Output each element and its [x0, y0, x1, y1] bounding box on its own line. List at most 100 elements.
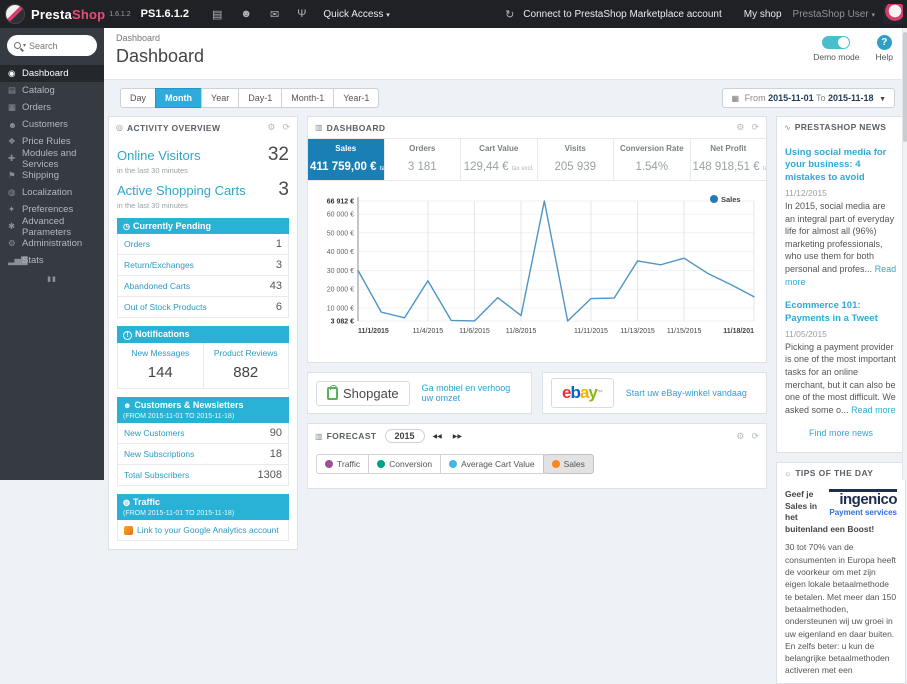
sidebar-item-modules[interactable]: ✚Modules and Services — [0, 150, 104, 167]
traffic-header: ◍Traffic(FROM 2015-11-01 TO 2015-11-18) — [117, 494, 289, 520]
prestashop-news-panel: ∿ PRESTASHOP NEWS Using social media for… — [776, 116, 906, 453]
kpi-sales[interactable]: Sales411 759,00 € tax excl. — [308, 139, 384, 180]
legend-sales-button[interactable]: Sales — [543, 454, 594, 474]
product-reviews-cell[interactable]: Product Reviews882 — [204, 343, 290, 389]
range-month-button[interactable]: Month — [155, 88, 202, 108]
help-label: Help — [876, 52, 893, 62]
search-input[interactable] — [29, 41, 87, 51]
refresh-icon[interactable]: ⟳ — [751, 431, 759, 442]
shop-name[interactable]: PS1.6.1.2 — [141, 8, 189, 20]
sidebar-item-stats[interactable]: ▂▅▇Stats — [0, 252, 104, 269]
gear-icon[interactable]: ⚙ — [267, 122, 275, 133]
refresh-icon[interactable]: ⟳ — [751, 122, 759, 133]
kpi-visits[interactable]: Visits205 939 — [537, 139, 614, 180]
quick-access-menu[interactable]: Quick Access ▾ — [323, 9, 389, 20]
legend-conversion-button[interactable]: Conversion — [368, 454, 441, 474]
sidebar-search[interactable]: ▾ — [7, 35, 97, 56]
cart-icon[interactable]: ▤ — [212, 8, 222, 21]
svg-text:20 000 €: 20 000 € — [327, 287, 354, 294]
shopgate-logo[interactable]: Shopgate — [316, 381, 410, 406]
range-month-1-button[interactable]: Month-1 — [281, 88, 334, 108]
conversion-dot-icon — [377, 460, 385, 468]
new-messages-cell[interactable]: New Messages144 — [117, 343, 204, 389]
news-article-body: In 2015, social media are an integral pa… — [785, 200, 897, 288]
sidebar-item-advanced-parameters[interactable]: ✱Advanced Parameters — [0, 218, 104, 235]
kpi-cart-value[interactable]: Cart Value129,44 € tax excl. — [460, 139, 537, 180]
gear-icon[interactable]: ⚙ — [736, 431, 744, 442]
dashboard-panel: ▥ DASHBOARD ⚙ ⟳ Sales411 759,00 € tax exc… — [307, 116, 767, 363]
read-more-link[interactable]: Read more — [851, 405, 896, 415]
forecast-prev-button[interactable]: ◀◀ — [430, 431, 445, 442]
shopgate-link[interactable]: Ga mobiel en verhoog uw omzet — [422, 383, 523, 403]
sidebar-item-catalog[interactable]: ▤Catalog — [0, 82, 104, 99]
news-article-date: 11/05/2015 — [785, 329, 897, 339]
scrollbar-thumb[interactable] — [903, 32, 907, 142]
price-rules-icon: ❖ — [8, 136, 22, 147]
sidebar-item-localization[interactable]: ◍Localization — [0, 184, 104, 201]
news-article-title[interactable]: Using social media for your business: 4 … — [785, 147, 897, 184]
currently-pending-header: ◷Currently Pending — [117, 218, 289, 234]
online-visitors-link[interactable]: Online Visitors — [117, 148, 201, 163]
ebay-link[interactable]: Start uw eBay-winkel vandaag — [626, 388, 747, 398]
marketplace-link[interactable]: Connect to PrestaShop Marketplace accoun… — [523, 9, 721, 20]
range-year-1-button[interactable]: Year-1 — [333, 88, 379, 108]
sidebar-item-shipping[interactable]: ⚑Shipping — [0, 167, 104, 184]
cart-icon: ▥ — [315, 123, 323, 132]
user-avatar[interactable] — [883, 4, 903, 24]
svg-text:10 000 €: 10 000 € — [327, 305, 354, 312]
range-year-button[interactable]: Year — [201, 88, 239, 108]
catalog-icon: ▤ — [8, 85, 22, 96]
demo-mode-toggle[interactable] — [822, 36, 850, 49]
sidebar-collapse-button[interactable]: ▮▮ — [0, 275, 104, 283]
forecast-next-button[interactable]: ▶▶ — [450, 431, 465, 442]
tips-of-the-day-panel: ☼ TIPS OF THE DAY ingenico Payment servi… — [776, 462, 906, 683]
find-more-news-link[interactable]: Find more news — [785, 428, 897, 438]
tips-panel-title: TIPS OF THE DAY — [795, 468, 873, 478]
messages-icon[interactable]: ✉ — [270, 8, 279, 21]
gear-icon[interactable]: ⚙ — [736, 122, 744, 133]
my-shop-link[interactable]: My shop — [744, 9, 782, 20]
google-analytics-link[interactable]: Link to your Google Analytics account — [137, 525, 279, 535]
breadcrumb[interactable]: Dashboard — [116, 33, 895, 43]
kpi-orders[interactable]: Orders3 181 — [384, 139, 461, 180]
lightbulb-icon: ☼ — [784, 469, 791, 478]
modules-icon: ✚ — [8, 153, 22, 164]
news-article-body: Picking a payment provider is one of the… — [785, 341, 897, 417]
customers-row-total-subscribers: Total Subscribers1308 — [117, 465, 289, 486]
sidebar-item-administration[interactable]: ⚙Administration — [0, 235, 104, 252]
pending-row-out-of-stock: Out of Stock Products6 — [117, 297, 289, 318]
scrollbar[interactable] — [902, 28, 907, 480]
kpi-net-profit[interactable]: Net Profit148 918,51 € tax excl. — [690, 139, 767, 180]
customers-icon[interactable]: ☻ — [240, 8, 252, 20]
range-day-button[interactable]: Day — [120, 88, 156, 108]
forecast-year[interactable]: 2015 — [385, 429, 425, 443]
user-menu[interactable]: PrestaShop User ▾ — [793, 9, 875, 20]
refresh-icon[interactable]: ⟳ — [282, 122, 290, 133]
page-header: Dashboard Dashboard Demo mode ? Help — [104, 28, 907, 80]
shopping-bag-icon — [327, 387, 338, 400]
ebay-logo[interactable]: ebay™ — [551, 378, 614, 408]
chevron-down-icon: ▼ — [879, 96, 886, 103]
page-title: Dashboard — [116, 46, 895, 67]
legend-traffic-button[interactable]: Traffic — [316, 454, 369, 474]
sidebar-item-customers[interactable]: ☻Customers — [0, 116, 104, 133]
sidebar-item-orders[interactable]: ▦Orders — [0, 99, 104, 116]
sidebar-item-dashboard[interactable]: ◉Dashboard — [0, 65, 104, 82]
svg-text:50 000 €: 50 000 € — [327, 230, 354, 237]
active-carts-link[interactable]: Active Shopping Carts — [117, 183, 246, 198]
news-article-title[interactable]: Ecommerce 101: Payments in a Tweet — [785, 300, 897, 325]
svg-text:30 000 €: 30 000 € — [327, 268, 354, 275]
pending-row-orders: Orders1 — [117, 234, 289, 255]
person-icon: ☻ — [123, 401, 131, 410]
trophy-icon[interactable]: Ψ — [297, 8, 306, 20]
chevron-down-icon[interactable]: ▾ — [23, 42, 26, 49]
online-visitors-value: 32 — [268, 144, 289, 166]
svg-text:11/8/2015: 11/8/2015 — [506, 328, 537, 335]
kpi-conversion-rate[interactable]: Conversion Rate1.54% — [613, 139, 690, 180]
legend-average-cart-value-button[interactable]: Average Cart Value — [440, 454, 543, 474]
dashboard-panel-title: DASHBOARD — [327, 123, 386, 133]
date-range-picker[interactable]: ▦ From 2015-11-01 To 2015-11-18 ▼ — [722, 88, 895, 108]
range-day-1-button[interactable]: Day-1 — [238, 88, 282, 108]
svg-text:11/11/2015: 11/11/2015 — [574, 328, 608, 335]
help-icon[interactable]: ? — [877, 35, 892, 50]
